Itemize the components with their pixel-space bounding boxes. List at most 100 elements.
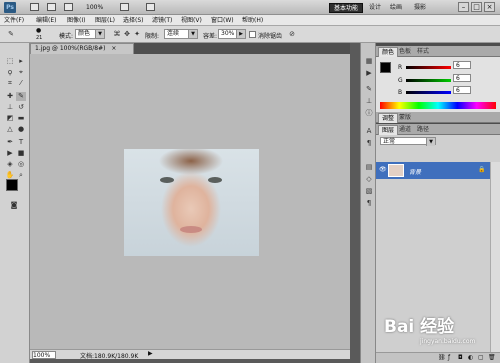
- link-layers-icon[interactable]: ⛓: [438, 354, 446, 361]
- dodge-tool-icon[interactable]: ●: [16, 125, 26, 134]
- document-tab[interactable]: 1.jpg @ 100%(RGB/8#) ×: [30, 43, 134, 54]
- path-select-tool-icon[interactable]: ▶: [5, 149, 15, 158]
- menu-select[interactable]: 选择(S): [123, 16, 144, 25]
- lasso-tool-icon[interactable]: ϙ: [5, 68, 15, 77]
- foreground-color-swatch[interactable]: [6, 179, 18, 191]
- view-extras-icon[interactable]: [64, 3, 73, 11]
- paths-panel-icon[interactable]: ◇: [364, 175, 374, 184]
- document-image[interactable]: [124, 149, 259, 256]
- lock-icon: 🔒: [478, 166, 486, 173]
- tab-masks[interactable]: 蒙版: [396, 113, 414, 123]
- quick-select-tool-icon[interactable]: ⌖: [16, 68, 26, 77]
- close-icon[interactable]: ×: [111, 45, 116, 52]
- workspace-painting-button[interactable]: 绘画: [386, 3, 406, 13]
- tab-swatches[interactable]: 色板: [396, 47, 414, 57]
- sampling-continuous-icon[interactable]: ⌘: [112, 30, 122, 39]
- close-button[interactable]: ×: [484, 2, 495, 12]
- eyedropper-tool-icon[interactable]: ⁄: [16, 79, 26, 88]
- channels-panel-icon[interactable]: ▧: [364, 187, 374, 196]
- mask-icon[interactable]: ◘: [458, 354, 463, 361]
- menu-layer[interactable]: 图层(L): [95, 16, 115, 25]
- g-slider[interactable]: [406, 79, 451, 82]
- menu-image[interactable]: 图像(I): [67, 16, 85, 25]
- r-value[interactable]: 6: [453, 61, 471, 69]
- gradient-tool-icon[interactable]: ▬: [16, 114, 26, 123]
- adjustment-layer-icon[interactable]: ◐: [468, 354, 473, 361]
- notes-panel-icon[interactable]: ¶: [364, 199, 374, 208]
- quick-mask-icon[interactable]: ◙: [9, 201, 19, 210]
- info-panel-icon[interactable]: ⓘ: [364, 109, 374, 118]
- menu-file[interactable]: 文件(F): [4, 16, 24, 25]
- sampling-background-icon[interactable]: ✦: [132, 30, 142, 39]
- brush-tool-icon[interactable]: ✎: [16, 92, 26, 101]
- b-value[interactable]: 6: [453, 86, 471, 94]
- character-panel-icon[interactable]: A: [364, 127, 374, 136]
- arrange-documents-icon[interactable]: [120, 3, 129, 11]
- limit-select[interactable]: 连续 ▼: [164, 29, 198, 39]
- minimize-button[interactable]: –: [458, 2, 469, 12]
- tab-color[interactable]: 颜色: [378, 47, 399, 57]
- workspace-essentials-button[interactable]: 基本功能: [329, 3, 363, 13]
- clone-stamp-tool-icon[interactable]: ⊥: [5, 103, 15, 112]
- crop-tool-icon[interactable]: ⌗: [5, 79, 15, 88]
- menu-window[interactable]: 窗口(W): [211, 16, 234, 25]
- tab-adjustments[interactable]: 调整: [378, 113, 399, 123]
- clone-source-icon[interactable]: ⊥: [364, 97, 374, 106]
- limit-label: 限制:: [145, 33, 160, 40]
- blur-tool-icon[interactable]: △: [5, 125, 15, 134]
- tolerance-input[interactable]: 30% ▶: [218, 29, 246, 39]
- status-zoom[interactable]: 100%: [32, 351, 56, 359]
- b-slider[interactable]: [406, 91, 451, 94]
- layer-comps-icon[interactable]: ▤: [364, 163, 374, 172]
- tab-channels[interactable]: 通道: [396, 125, 414, 135]
- new-layer-icon[interactable]: ▢: [478, 354, 484, 361]
- mini-bridge-icon[interactable]: [47, 3, 56, 11]
- document-title: 1.jpg @ 100%(RGB/8#): [35, 45, 106, 52]
- pressure-icon[interactable]: ⊘: [287, 30, 297, 39]
- eye-icon[interactable]: 👁: [379, 166, 387, 173]
- workspace-design-button[interactable]: 设计: [365, 3, 385, 13]
- trash-icon[interactable]: 🗑: [488, 354, 496, 361]
- screen-mode-icon[interactable]: [146, 3, 155, 11]
- workspace-photography-button[interactable]: 摄影: [410, 3, 430, 13]
- color-replacement-tool-icon[interactable]: ✎: [6, 30, 16, 39]
- tab-paths[interactable]: 路径: [414, 125, 432, 135]
- color-spectrum[interactable]: [380, 102, 496, 109]
- fx-icon[interactable]: ƒ: [448, 354, 450, 361]
- eraser-tool-icon[interactable]: ◩: [5, 114, 15, 123]
- pen-tool-icon[interactable]: ✒: [5, 138, 15, 147]
- mode-select[interactable]: 颜色 ▼: [75, 29, 105, 39]
- foreground-color-swatch[interactable]: [380, 62, 391, 73]
- healing-brush-tool-icon[interactable]: ✚: [5, 92, 15, 101]
- menu-view[interactable]: 视图(V): [181, 16, 202, 25]
- r-slider[interactable]: [406, 66, 451, 69]
- tab-layers[interactable]: 图层: [378, 125, 399, 135]
- menu-edit[interactable]: 编辑(E): [36, 16, 56, 25]
- menu-filter[interactable]: 滤镜(T): [152, 16, 172, 25]
- bridge-icon[interactable]: [30, 3, 39, 11]
- 3d-camera-tool-icon[interactable]: ◎: [16, 160, 26, 169]
- status-bar: 100% 文档:180.9K/180.9K ▶: [30, 349, 350, 360]
- photoshop-logo: Ps: [4, 2, 16, 13]
- sampling-once-icon[interactable]: ✥: [122, 30, 132, 39]
- shape-tool-icon[interactable]: ■: [16, 149, 26, 158]
- blend-mode-select[interactable]: 正常 ▼: [380, 137, 436, 146]
- actions-panel-icon[interactable]: ▶: [364, 69, 374, 78]
- history-brush-tool-icon[interactable]: ↺: [16, 103, 26, 112]
- brush-preset-icon[interactable]: ●: [36, 27, 41, 34]
- type-tool-icon[interactable]: T: [16, 138, 26, 147]
- brush-panel-icon[interactable]: ✎: [364, 85, 374, 94]
- antialias-checkbox[interactable]: [249, 31, 256, 38]
- maximize-button[interactable]: □: [471, 2, 482, 12]
- g-value[interactable]: 6: [453, 74, 471, 82]
- marquee-tool-icon[interactable]: ▸: [16, 57, 26, 66]
- zoom-level[interactable]: 100%: [86, 4, 103, 11]
- paragraph-panel-icon[interactable]: ¶: [364, 139, 374, 148]
- history-panel-icon[interactable]: ▦: [364, 57, 374, 66]
- tab-styles[interactable]: 样式: [414, 47, 432, 57]
- 3d-tool-icon[interactable]: ◈: [5, 160, 15, 169]
- layers-scrollbar[interactable]: [490, 162, 500, 352]
- menu-help[interactable]: 帮助(H): [242, 16, 263, 25]
- status-menu-arrow-icon[interactable]: ▶: [148, 350, 153, 357]
- move-tool-icon[interactable]: ⬚: [5, 57, 15, 66]
